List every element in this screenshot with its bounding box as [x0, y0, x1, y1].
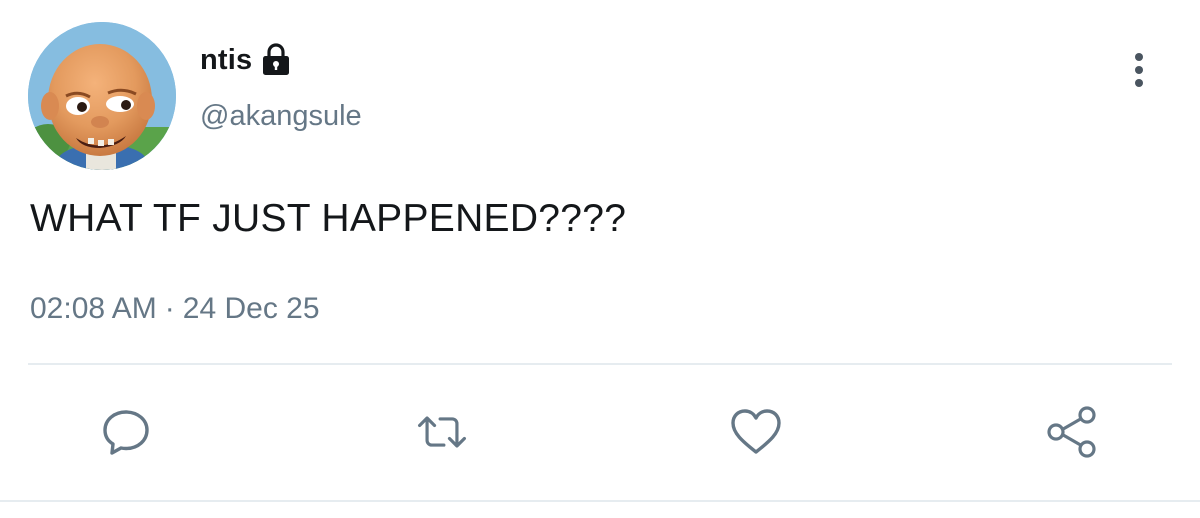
share-button[interactable] — [1044, 404, 1100, 460]
tweet-card: ntis @akangsule WHAT TF JUST HAPPENED???… — [0, 0, 1200, 518]
meta-separator: · — [164, 292, 175, 325]
reply-icon — [103, 410, 149, 455]
tweet-date: 24 Dec 25 — [182, 292, 320, 325]
tweet-timestamp[interactable]: 02:08 AM · 24 Dec 25 — [30, 292, 320, 326]
lock-icon — [260, 43, 292, 77]
retweet-icon — [418, 416, 466, 448]
bottom-divider — [0, 500, 1200, 502]
display-name[interactable]: ntis — [200, 44, 252, 77]
retweet-button[interactable] — [414, 404, 470, 460]
more-options-icon[interactable] — [1124, 50, 1154, 92]
user-name-row: ntis — [200, 40, 292, 80]
reply-button[interactable] — [98, 404, 154, 460]
divider — [28, 363, 1172, 365]
share-icon — [1047, 406, 1096, 458]
like-icon — [731, 409, 781, 454]
user-handle[interactable]: @akangsule — [200, 100, 362, 133]
like-button[interactable] — [728, 404, 784, 460]
avatar-image — [28, 22, 176, 170]
avatar[interactable] — [28, 22, 176, 170]
tweet-time: 02:08 AM — [30, 292, 157, 325]
tweet-text: WHAT TF JUST HAPPENED???? — [30, 197, 627, 240]
